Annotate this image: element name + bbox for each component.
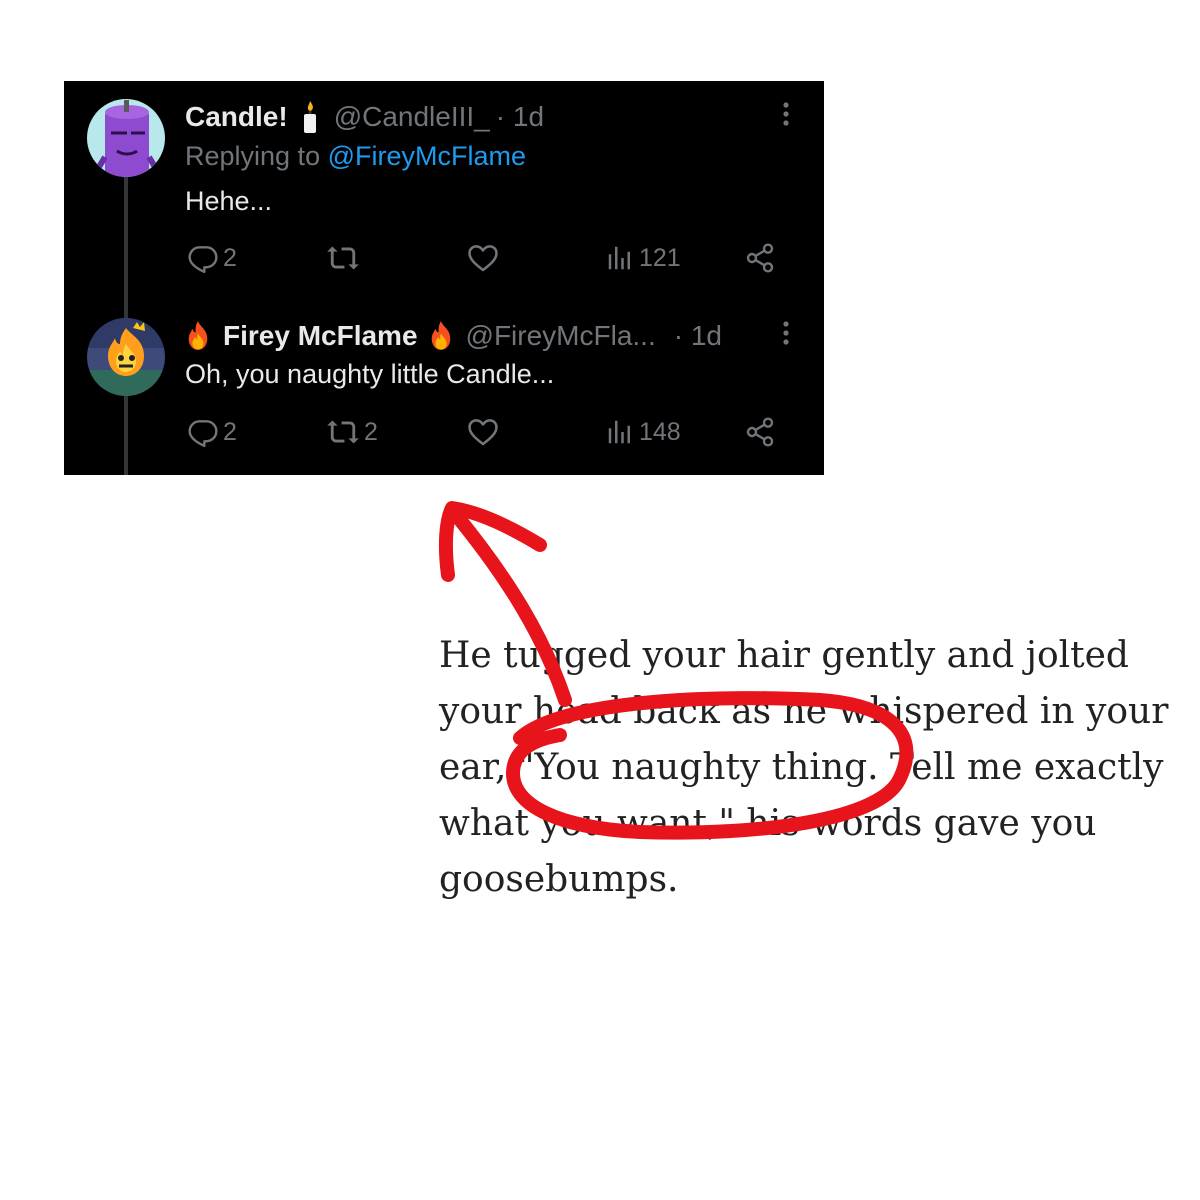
timestamp[interactable]: · 1d xyxy=(496,101,544,133)
story-line: goosebumps. xyxy=(439,859,679,900)
share-button[interactable] xyxy=(744,415,776,449)
replying-prefix: Replying to xyxy=(185,141,321,171)
fire-emoji-icon xyxy=(428,320,454,352)
tweet-header: Candle! @CandleIII_ · 1d xyxy=(185,97,544,137)
share-icon xyxy=(744,242,776,274)
retweet-button[interactable] xyxy=(326,241,364,275)
like-button[interactable] xyxy=(466,241,504,275)
story-line: He tugged your hair gently and jolted xyxy=(439,635,1129,676)
like-icon xyxy=(466,241,500,275)
more-vertical-icon[interactable] xyxy=(776,319,796,349)
handle[interactable]: @FireyMcFla... xyxy=(466,320,656,352)
story-excerpt: He tugged your hair gently and jolted yo… xyxy=(439,628,1200,908)
handle[interactable]: @CandleIII_ xyxy=(334,101,490,133)
replying-handle-link[interactable]: @FireyMcFlame xyxy=(328,141,526,171)
replying-to: Replying to @FireyMcFlame xyxy=(185,141,526,172)
display-name[interactable]: Candle! xyxy=(185,101,288,133)
retweet-icon xyxy=(326,415,360,449)
share-icon xyxy=(744,416,776,448)
thread-line xyxy=(124,175,128,319)
view-count: 148 xyxy=(639,417,681,446)
view-count: 121 xyxy=(639,243,681,272)
story-line: ear, "You naughty thing. Tell me exactly xyxy=(439,747,1164,788)
display-name[interactable]: Firey McFlame xyxy=(223,320,418,352)
reply-icon xyxy=(187,416,219,448)
reply-count: 2 xyxy=(223,243,237,272)
views-icon xyxy=(605,243,635,273)
like-icon xyxy=(466,415,500,449)
reply-button[interactable]: 2 xyxy=(187,241,237,275)
fire-emoji-icon xyxy=(185,320,211,352)
reply-count: 2 xyxy=(223,417,237,446)
more-vertical-icon[interactable] xyxy=(776,100,796,130)
thread-line xyxy=(124,391,128,475)
tweet-header: Firey McFlame @FireyMcFla... · 1d xyxy=(185,316,722,356)
story-line: your head back as he whispered in your xyxy=(439,691,1169,732)
share-button[interactable] xyxy=(744,241,776,275)
views-button[interactable]: 121 xyxy=(605,241,681,275)
retweet-icon xyxy=(326,241,360,275)
views-button[interactable]: 148 xyxy=(605,415,681,449)
annotation-arrow-head xyxy=(438,501,547,582)
retweet-count: 2 xyxy=(364,417,378,446)
reply-icon xyxy=(187,242,219,274)
reply-button[interactable]: 2 xyxy=(187,415,237,449)
story-line: what you want," his words gave you xyxy=(439,803,1097,844)
tweet-thread-panel: Candle! @CandleIII_ · 1d Replying to @Fi… xyxy=(64,81,824,475)
candle-emoji-icon xyxy=(300,100,320,134)
like-button[interactable] xyxy=(466,415,504,449)
views-icon xyxy=(605,417,635,447)
retweet-button[interactable]: 2 xyxy=(326,415,378,449)
tweet-text: Hehe... xyxy=(185,186,273,216)
avatar-candle[interactable] xyxy=(87,99,165,177)
timestamp[interactable]: · 1d xyxy=(674,320,722,352)
tweet-text: Oh, you naughty little Candle... xyxy=(185,359,555,389)
avatar-firey[interactable] xyxy=(87,318,165,396)
